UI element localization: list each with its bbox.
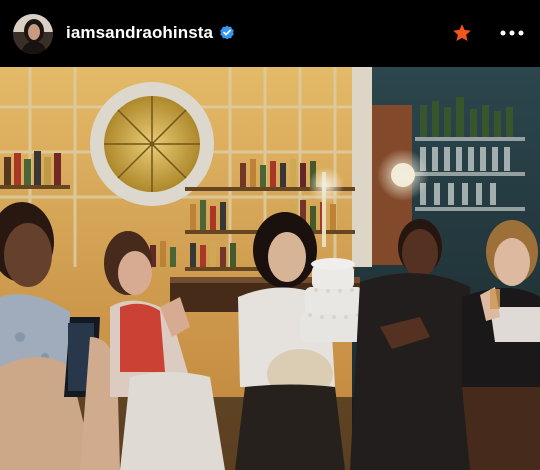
favorite-button[interactable] [452, 23, 472, 43]
more-options-icon [500, 30, 524, 36]
avatar[interactable] [13, 14, 53, 54]
post-photo[interactable] [0, 67, 540, 470]
star-icon [453, 24, 471, 41]
birthday-party-photo [0, 67, 540, 470]
avatar-image [13, 14, 53, 54]
username[interactable]: iamsandraohinsta [66, 23, 213, 43]
more-options-button[interactable] [498, 24, 526, 42]
post-header: iamsandraohinsta [0, 0, 540, 67]
username-row: iamsandraohinsta [66, 21, 235, 45]
verified-badge-icon [220, 25, 234, 40]
